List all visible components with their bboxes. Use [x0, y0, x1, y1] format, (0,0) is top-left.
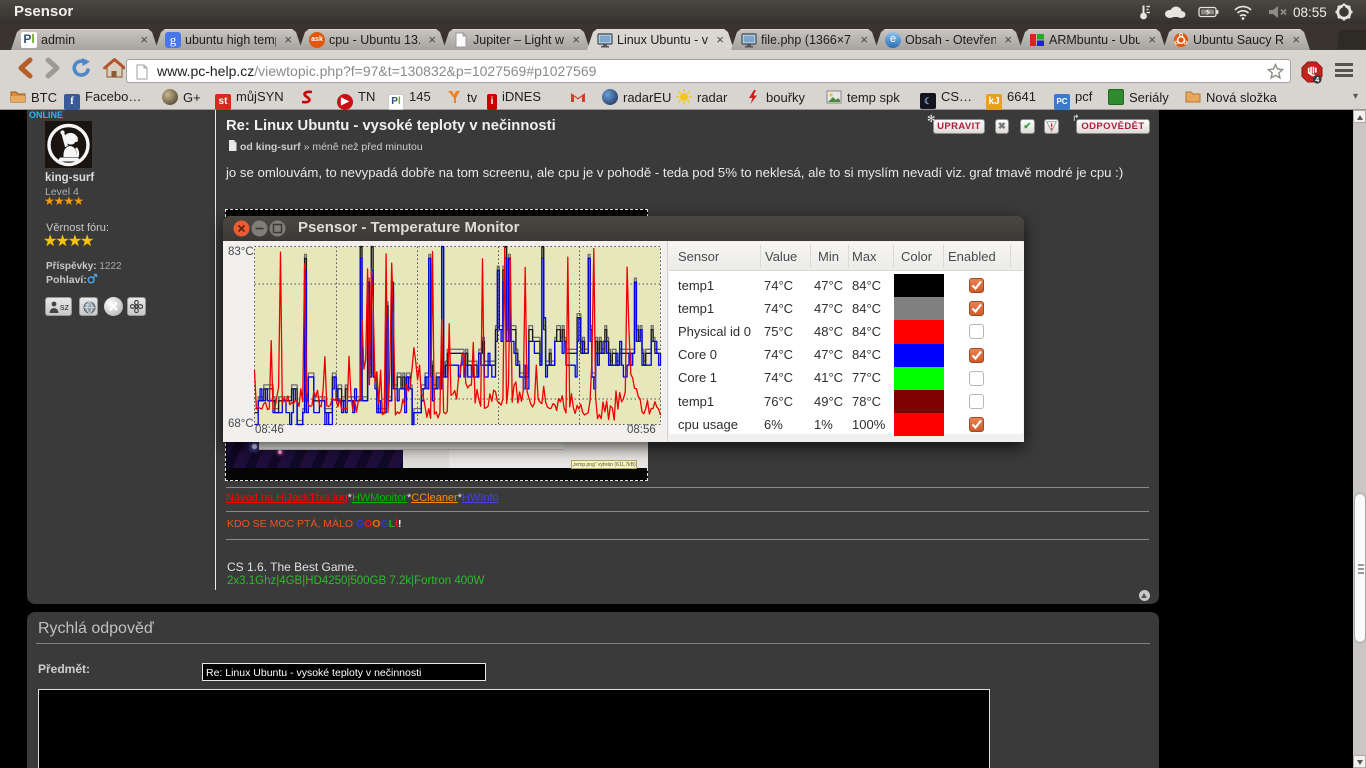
svg-text:4: 4 — [1315, 76, 1319, 84]
